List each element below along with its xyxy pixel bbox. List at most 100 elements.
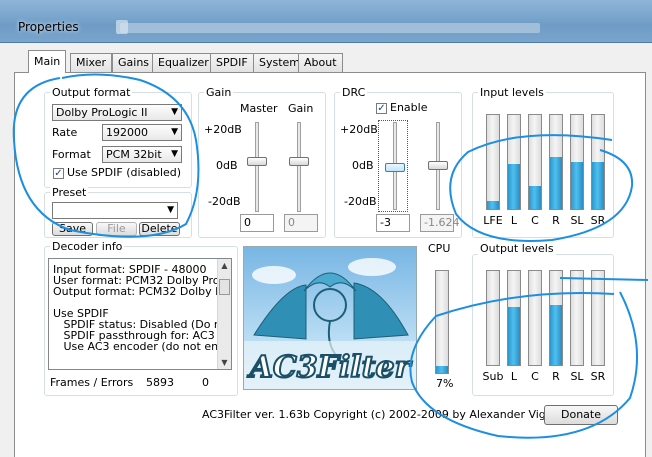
output-level-meter-c bbox=[528, 270, 542, 366]
output-level-meter-label: Sub bbox=[482, 370, 504, 383]
scroll-down-icon[interactable]: ▼ bbox=[218, 356, 231, 369]
input-level-meter-l bbox=[507, 114, 521, 210]
scroll-up-icon[interactable]: ▲ bbox=[218, 259, 231, 272]
input-level-meter-fill bbox=[550, 157, 562, 209]
gain-value-input[interactable]: 0 bbox=[284, 214, 318, 232]
output-format-label: Output format bbox=[50, 86, 133, 99]
master-slider-track[interactable] bbox=[255, 122, 259, 212]
ac3filter-logo: AC3Filter bbox=[243, 246, 417, 390]
decoder-info-line: Output format: PCM32 Dolby ProL bbox=[53, 285, 232, 298]
cpu-label: CPU bbox=[428, 242, 451, 255]
tab-mixer[interactable]: Mixer bbox=[70, 53, 113, 72]
output-level-meter-l bbox=[507, 270, 521, 366]
drc-value-input[interactable]: -3 bbox=[376, 214, 410, 232]
gain-group-label: Gain bbox=[204, 86, 234, 99]
scroll-thumb[interactable] bbox=[219, 279, 230, 295]
chevron-down-icon: ▼ bbox=[171, 107, 178, 117]
output-mode-select[interactable]: Dolby ProLogic II ▼ bbox=[52, 104, 182, 121]
input-levels-label: Input levels bbox=[478, 86, 546, 99]
cpu-meter-fill bbox=[436, 366, 448, 373]
output-level-meter-sub bbox=[486, 270, 500, 366]
output-levels-label: Output levels bbox=[478, 242, 556, 255]
drc-enable-checkbox[interactable]: ✓ bbox=[376, 103, 387, 114]
drc-scale-max: +20dB bbox=[340, 123, 378, 136]
decoder-info-scrollbar[interactable]: ▲ ▼ bbox=[217, 259, 231, 369]
output-level-meter-fill bbox=[550, 305, 562, 365]
input-level-meter-lfe bbox=[486, 114, 500, 210]
rate-label: Rate bbox=[52, 126, 78, 139]
decoder-info-lines: Input format: SPDIF - 48000 User format: … bbox=[53, 264, 232, 353]
drc-scale-min: -20dB bbox=[344, 195, 377, 208]
use-spdif-label: Use SPDIF (disabled) bbox=[67, 166, 182, 179]
output-level-meter-sr bbox=[591, 270, 605, 366]
tab-equalizer[interactable]: Equalizer bbox=[152, 53, 215, 72]
frames-value: 5893 bbox=[146, 376, 174, 389]
gain-scale-max: +20dB bbox=[204, 123, 242, 136]
master-slider-thumb[interactable] bbox=[247, 157, 267, 166]
input-level-meter-sr bbox=[591, 114, 605, 210]
input-level-meter-label: C bbox=[531, 214, 539, 227]
input-level-meter-r bbox=[549, 114, 563, 210]
input-level-meter-label: SR bbox=[590, 214, 606, 227]
errors-value: 0 bbox=[202, 376, 209, 389]
decoder-info-label: Decoder info bbox=[50, 240, 125, 253]
gain-scale-zero: 0dB bbox=[216, 159, 238, 172]
chevron-down-icon: ▼ bbox=[167, 205, 174, 215]
gain-slider-track[interactable] bbox=[297, 122, 301, 212]
format-label: Format bbox=[52, 148, 91, 161]
input-level-meter-label: LFE bbox=[483, 214, 503, 227]
drc-slider-thumb[interactable] bbox=[385, 163, 405, 172]
input-level-meter-fill bbox=[529, 186, 541, 209]
format-value: PCM 32bit bbox=[106, 148, 162, 161]
gain-slider-thumb[interactable] bbox=[289, 157, 309, 166]
chevron-down-icon: ▼ bbox=[171, 149, 178, 159]
donate-button[interactable]: Donate bbox=[544, 405, 618, 425]
window-title: Properties bbox=[18, 20, 79, 34]
input-level-meter-label: SL bbox=[570, 214, 584, 227]
rate-value: 192000 bbox=[106, 126, 148, 139]
gain-label: Gain bbox=[288, 102, 314, 115]
title-bar bbox=[0, 0, 652, 43]
rate-select[interactable]: 192000 ▼ bbox=[102, 124, 182, 141]
input-level-meter-fill bbox=[508, 164, 520, 209]
output-level-meter-label: R bbox=[552, 370, 560, 383]
decoder-info-text[interactable]: Input format: SPDIF - 48000 User format: … bbox=[48, 258, 232, 370]
output-level-meter-r bbox=[549, 270, 563, 366]
output-level-meter-sl bbox=[570, 270, 584, 366]
cpu-percent: 7% bbox=[436, 377, 454, 390]
decoder-info-line: Use AC3 encoder (do not encod bbox=[53, 340, 232, 353]
format-select[interactable]: PCM 32bit ▼ bbox=[102, 146, 182, 163]
tab-about[interactable]: About bbox=[298, 53, 343, 72]
master-label: Master bbox=[240, 102, 278, 115]
delete-button[interactable]: Delete bbox=[139, 222, 180, 236]
output-level-meter-label: SR bbox=[590, 370, 606, 383]
input-level-meter-sl bbox=[570, 114, 584, 210]
tab-gains[interactable]: Gains bbox=[112, 53, 156, 72]
preset-label: Preset bbox=[50, 186, 89, 199]
drc-enable-label: Enable bbox=[390, 101, 428, 114]
input-level-meter-label: R bbox=[552, 214, 560, 227]
use-spdif-checkbox[interactable]: ✓ bbox=[53, 168, 64, 179]
output-level-meter-label: C bbox=[531, 370, 539, 383]
chevron-down-icon: ▼ bbox=[171, 127, 178, 137]
tab-spdif[interactable]: SPDIF bbox=[210, 53, 254, 72]
save-button[interactable]: Save bbox=[52, 222, 93, 236]
gain-scale-min: -20dB bbox=[208, 195, 241, 208]
drc-secondary-slider-thumb[interactable] bbox=[428, 161, 448, 170]
drc-group-label: DRC bbox=[340, 86, 368, 99]
output-level-meter-fill bbox=[508, 307, 520, 365]
background-breadcrumb bbox=[120, 23, 540, 33]
preset-select[interactable]: ▼ bbox=[52, 202, 178, 219]
input-level-meter-label: L bbox=[510, 214, 518, 227]
tab-main[interactable]: Main bbox=[28, 50, 67, 73]
master-value-input[interactable]: 0 bbox=[240, 214, 274, 232]
input-level-meter-fill bbox=[592, 162, 604, 209]
output-level-meter-label: L bbox=[510, 370, 518, 383]
drc-scale-zero: 0dB bbox=[352, 159, 374, 172]
input-level-meter-fill bbox=[487, 201, 499, 209]
logo-text: AC3Filter bbox=[247, 350, 413, 385]
file-button[interactable]: File bbox=[96, 222, 137, 236]
frames-errors-label: Frames / Errors bbox=[50, 376, 134, 389]
drc-secondary-value-input[interactable]: -1.624 bbox=[420, 214, 459, 232]
input-level-meter-c bbox=[528, 114, 542, 210]
